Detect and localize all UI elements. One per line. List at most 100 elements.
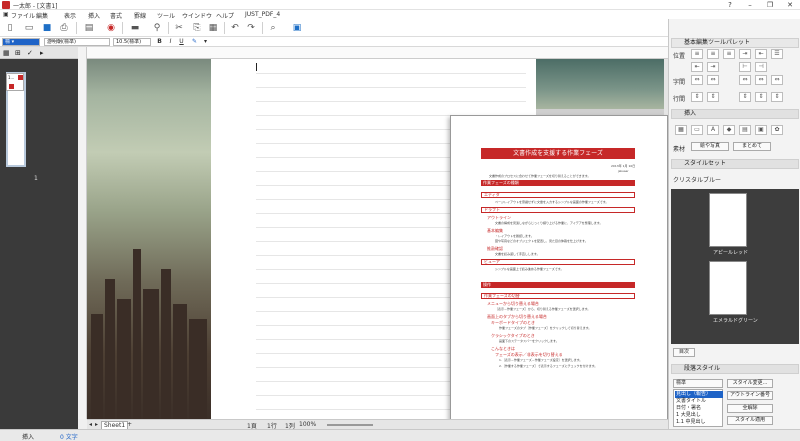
paragraph-standard[interactable]: 標準 xyxy=(673,379,723,388)
style-select[interactable]: 標 ▾ xyxy=(2,38,40,46)
status-bar: 挿入 0 文字 xyxy=(0,429,800,441)
text-color-icon[interactable]: ▾ xyxy=(201,38,210,46)
preview-section1: 作業フェーズの種類 xyxy=(481,180,635,186)
jump-icon[interactable]: ▣ xyxy=(290,22,304,34)
new-doc-icon[interactable]: ▯ xyxy=(3,22,17,34)
outline-number-button[interactable]: アウトライン番号 xyxy=(727,391,773,400)
minimize-button[interactable]: – xyxy=(740,0,760,10)
scanner-icon[interactable]: ▬ xyxy=(128,22,142,34)
thumbnail-popup: 1... xyxy=(6,73,24,91)
save-icon[interactable]: ■ xyxy=(40,22,54,34)
style-item[interactable]: 見出し（報告） xyxy=(675,391,723,398)
style-item[interactable]: 文書タイトル xyxy=(675,398,723,405)
font-select[interactable]: 游明朝(標準) xyxy=(44,38,110,46)
copy-icon[interactable]: ⎘ xyxy=(190,22,204,34)
insert-picture-button[interactable]: 絵や写真 xyxy=(691,142,729,151)
maximize-button[interactable]: ❐ xyxy=(760,0,780,10)
preview-intro: 文書作成のプロセスに合わせて作業フェーズを切り替えることができます。 xyxy=(489,174,591,178)
insert-chart-icon[interactable]: ▤ xyxy=(739,125,751,135)
add-sheet-icon[interactable]: + xyxy=(127,421,132,428)
char-spacing-1-icon[interactable]: ⇔ xyxy=(691,75,703,85)
zoom-indicator[interactable]: 100% xyxy=(299,421,316,428)
tab-right-icon[interactable]: ⊣ xyxy=(755,62,767,72)
style-item[interactable]: 日付・署名 xyxy=(675,405,723,412)
styleset-gallery: アピールレッド エメラルドグリーン xyxy=(671,189,799,344)
tool-palette-panel: 基本編集ツールパレット 位置 ≡ ≡ ≡ ⇥ ⇤ ☰ ⇤ ⇥ ⊢ ⊣ 字間 ⇔ … xyxy=(668,19,800,429)
menu-justpdf[interactable]: JUST_PDF_4 xyxy=(245,11,280,18)
city-background-image xyxy=(87,59,211,419)
insert-clipart-icon[interactable]: ✿ xyxy=(771,125,783,135)
zoom-slider[interactable] xyxy=(327,424,373,426)
toc-button[interactable]: 目次 xyxy=(673,348,695,357)
sheet-tabs-bar: ◂ ▸ Sheet1 + 1頁 1行 1列 100% xyxy=(87,419,668,430)
align-left-icon[interactable]: ≡ xyxy=(691,49,703,59)
material-label: 素材 xyxy=(673,146,686,153)
outdent-icon[interactable]: ⇤ xyxy=(755,49,767,59)
line-spacing-2-icon[interactable]: ⇕ xyxy=(707,92,719,102)
attach-icon[interactable]: ⚲ xyxy=(150,22,164,34)
close-button[interactable]: ✕ xyxy=(780,0,800,10)
clear-all-button[interactable]: 全解除 xyxy=(727,404,773,413)
indent-right-icon[interactable]: ⇥ xyxy=(707,62,719,72)
open-icon[interactable]: ▭ xyxy=(22,22,36,34)
paragraph-style-header[interactable]: 段落スタイル xyxy=(671,364,799,374)
align-center-icon[interactable]: ≡ xyxy=(707,49,719,59)
position-label: 位置 xyxy=(673,53,686,60)
char-spacing-3-icon[interactable]: ⇔ xyxy=(739,75,751,85)
sheet-prev-icon[interactable]: ◂ xyxy=(89,421,92,428)
bold-button[interactable]: B xyxy=(155,38,164,46)
thumbnail-zoom-icon[interactable]: ⊞ xyxy=(15,49,21,57)
paste-icon[interactable]: ▦ xyxy=(206,22,220,34)
insert-frame-icon[interactable]: ▭ xyxy=(691,125,703,135)
line-spacing-1-icon[interactable]: ⇕ xyxy=(691,92,703,102)
line-spacing-4-icon[interactable]: ⇕ xyxy=(755,92,767,102)
char-spacing-label: 字間 xyxy=(673,79,686,86)
insert-batch-button[interactable]: まとめて xyxy=(733,142,771,151)
sheet-next-icon[interactable]: ▸ xyxy=(95,421,98,428)
size-select[interactable]: 10.5(標準) xyxy=(113,38,151,46)
align-right-icon[interactable]: ≡ xyxy=(723,49,735,59)
char-spacing-4-icon[interactable]: ⇔ xyxy=(755,75,767,85)
tab-left-icon[interactable]: ⊢ xyxy=(739,62,751,72)
style-item[interactable]: 1 大見出し xyxy=(675,412,723,419)
styleset-section-header[interactable]: スタイルセット xyxy=(671,159,799,169)
find-icon[interactable]: ⌕ xyxy=(266,22,280,34)
thumbnail-toolbar: ▦ ⊞ ✓ ▸ xyxy=(0,47,78,59)
cut-icon[interactable]: ✂ xyxy=(172,22,186,34)
indent-icon[interactable]: ⇥ xyxy=(739,49,751,59)
thumbnail-view-icon[interactable]: ▦ xyxy=(3,49,10,57)
thumbnail-menu-icon[interactable]: ▸ xyxy=(40,49,44,57)
title-bar: 一太郎 - [文書1] ? – ❐ ✕ xyxy=(0,0,800,10)
page-view-icon[interactable]: ▤ xyxy=(82,22,96,34)
insert-text-icon[interactable]: A xyxy=(707,125,719,135)
justify-icon[interactable]: ☰ xyxy=(771,49,783,59)
insert-section-header[interactable]: 挿入 xyxy=(671,109,799,119)
insert-image-icon[interactable]: ▣ xyxy=(755,125,767,135)
insert-mode[interactable]: 挿入 xyxy=(22,432,34,441)
preview-draft: ドラフト xyxy=(481,207,635,213)
style-thumb-red[interactable] xyxy=(709,193,747,247)
style-item[interactable]: 1.1 中見出し xyxy=(675,419,723,426)
indent-left-icon[interactable]: ⇤ xyxy=(691,62,703,72)
apply-style-button[interactable]: スタイル適用 xyxy=(727,416,773,425)
style-change-button[interactable]: スタイル変更... xyxy=(727,379,773,388)
redo-icon[interactable]: ↷ xyxy=(244,22,258,34)
thumbnail-close-icon[interactable]: ✓ xyxy=(27,49,33,57)
style-thumb-green[interactable] xyxy=(709,261,747,315)
print-icon[interactable]: ⎙ xyxy=(57,22,71,34)
help-icon[interactable]: ? xyxy=(720,0,740,10)
send-icon[interactable]: ◉ xyxy=(104,22,118,34)
highlight-icon[interactable]: ✎ xyxy=(190,38,199,46)
menu-icon[interactable]: ▣ xyxy=(3,11,9,18)
char-spacing-5-icon[interactable]: ⇔ xyxy=(771,75,783,85)
line-spacing-3-icon[interactable]: ⇕ xyxy=(739,92,751,102)
line-spacing-5-icon[interactable]: ⇕ xyxy=(771,92,783,102)
italic-button[interactable]: I xyxy=(166,38,175,46)
underline-button[interactable]: U xyxy=(177,38,186,46)
insert-table-icon[interactable]: ▦ xyxy=(675,125,687,135)
insert-shape-icon[interactable]: ◆ xyxy=(723,125,735,135)
char-spacing-2-icon[interactable]: ⇔ xyxy=(707,75,719,85)
window-title: 一太郎 - [文書1] xyxy=(13,3,58,10)
preview-review: ビューア xyxy=(481,259,635,265)
undo-icon[interactable]: ↶ xyxy=(228,22,242,34)
